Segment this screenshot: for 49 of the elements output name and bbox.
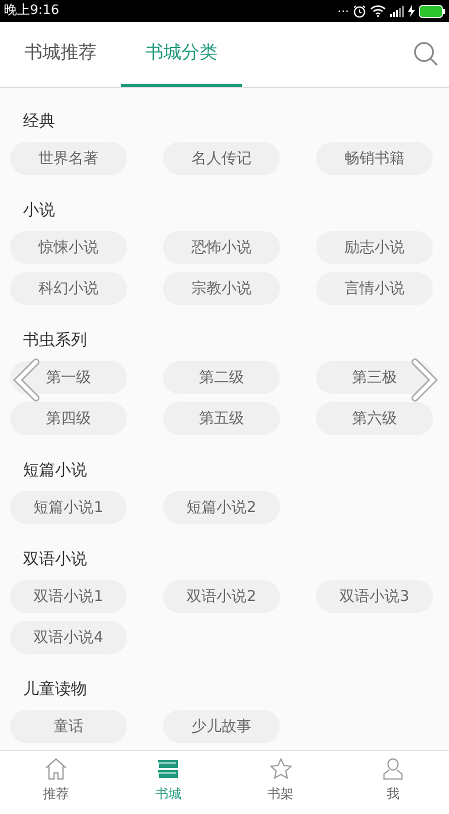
section-heading: 经典: [23, 110, 56, 132]
category-chip[interactable]: 宗教小说: [163, 272, 280, 305]
category-chip[interactable]: 恐怖小说: [163, 231, 280, 264]
search-icon[interactable]: [413, 41, 439, 67]
category-chip[interactable]: 言情小说: [316, 272, 433, 305]
category-chip[interactable]: 双语小说4: [10, 621, 127, 654]
books-icon: [156, 757, 180, 781]
nav-tab[interactable]: 书架: [224, 751, 337, 814]
category-chip[interactable]: 畅销书籍: [316, 142, 433, 175]
chevron-right-icon[interactable]: [409, 358, 439, 402]
alarm-icon: [353, 4, 366, 18]
nav-tab[interactable]: 推荐: [0, 751, 112, 814]
home-icon: [44, 757, 68, 781]
category-chip[interactable]: 双语小说2: [163, 580, 280, 613]
section-heading: 双语小说: [23, 548, 88, 570]
status-time: 晚上9:16: [4, 2, 60, 20]
category-chip[interactable]: 世界名著: [10, 142, 127, 175]
category-chip[interactable]: 第五级: [163, 402, 280, 435]
nav-tab[interactable]: 书城: [112, 751, 224, 814]
section-heading: 儿童读物: [23, 678, 88, 700]
category-chip[interactable]: 第二级: [163, 361, 280, 394]
category-chip[interactable]: 双语小说1: [10, 580, 127, 613]
person-icon: [380, 757, 405, 781]
wifi-icon: [370, 5, 386, 17]
chevron-left-icon[interactable]: [12, 358, 42, 402]
status-dots: ...: [338, 2, 349, 14]
category-chip[interactable]: 名人传记: [163, 142, 280, 175]
charging-icon: [408, 5, 415, 17]
nav-tab[interactable]: 我: [336, 751, 449, 814]
category-chip[interactable]: 第四级: [10, 402, 127, 435]
category-tab[interactable]: 书城推荐: [0, 21, 121, 87]
category-chip[interactable]: 第六级: [316, 402, 433, 435]
category-chip[interactable]: 少儿故事: [163, 710, 280, 743]
section-heading: 短篇小说: [23, 459, 88, 481]
category-chip[interactable]: 第三极: [316, 361, 433, 394]
section-heading: 书虫系列: [23, 329, 88, 351]
category-chip[interactable]: 科幻小说: [10, 272, 127, 305]
battery-icon: [419, 4, 445, 18]
category-chip[interactable]: 第一级: [10, 361, 127, 394]
category-chip[interactable]: 惊悚小说: [10, 231, 127, 264]
signal-icon: [390, 6, 404, 16]
category-chip[interactable]: 双语小说3: [316, 580, 433, 613]
category-chip[interactable]: 短篇小说2: [163, 491, 280, 524]
star-icon: [268, 757, 293, 781]
category-tab[interactable]: 书城分类: [121, 21, 242, 87]
category-chip[interactable]: 励志小说: [316, 231, 433, 264]
category-chip[interactable]: 童话: [10, 710, 127, 743]
category-chip[interactable]: 短篇小说1: [10, 491, 127, 524]
section-heading: 小说: [23, 199, 56, 221]
